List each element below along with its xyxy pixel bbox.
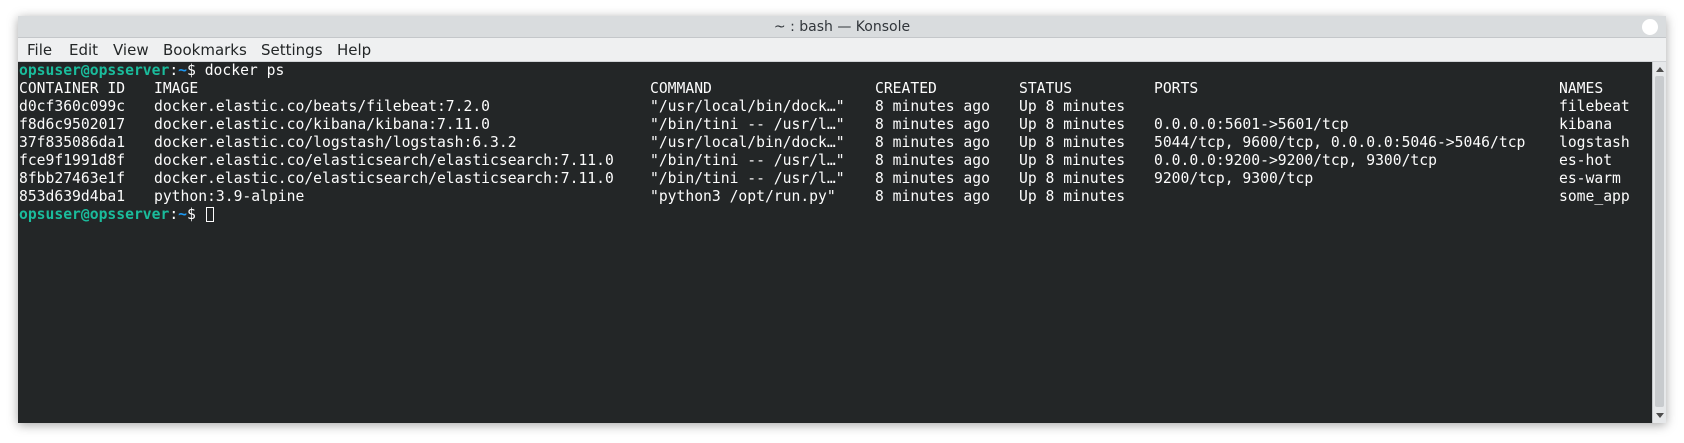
cell-status: Up 8 minutes	[1019, 170, 1126, 187]
header-names: NAMES	[1559, 80, 1604, 97]
cell-command: "/usr/local/bin/dock…"	[650, 134, 845, 151]
cell-container-id: 8fbb27463e1f	[19, 170, 126, 187]
cell-container-id: f8d6c9502017	[19, 116, 126, 133]
menu-bar: File Edit View Bookmarks Settings Help	[18, 38, 1666, 62]
table-row: d0cf360c099c docker.elastic.co/beats/fil…	[19, 98, 1649, 116]
menu-bookmarks[interactable]: Bookmarks	[163, 38, 247, 62]
cell-ports: 5044/tcp, 9600/tcp, 0.0.0.0:5046->5046/t…	[1154, 134, 1526, 151]
header-status: STATUS	[1019, 80, 1073, 97]
cell-image: python:3.9-alpine	[154, 188, 305, 205]
scroll-thumb[interactable]	[1655, 76, 1664, 407]
cell-created: 8 minutes ago	[875, 98, 990, 115]
header-image: IMAGE	[154, 80, 199, 97]
prompt-suffix: $	[187, 62, 205, 79]
cell-container-id: fce9f1991d8f	[19, 152, 126, 169]
menu-view[interactable]: View	[113, 38, 149, 62]
header-container-id: CONTAINER ID	[19, 80, 126, 97]
table-row: 853d639d4ba1 python:3.9-alpine "python3 …	[19, 188, 1649, 206]
prompt-path: ~	[178, 62, 188, 79]
cell-names: es-warm	[1559, 170, 1621, 187]
cell-ports: 9200/tcp, 9300/tcp	[1154, 170, 1314, 187]
cell-command: "/bin/tini -- /usr/l…"	[650, 152, 845, 169]
cell-names: logstash	[1559, 134, 1630, 151]
cell-names: some_app	[1559, 188, 1630, 205]
cell-command: "/usr/local/bin/dock…"	[650, 98, 845, 115]
cell-image: docker.elastic.co/logstash/logstash:6.3.…	[154, 134, 517, 151]
cell-created: 8 minutes ago	[875, 170, 990, 187]
cell-created: 8 minutes ago	[875, 134, 990, 151]
cell-created: 8 minutes ago	[875, 116, 990, 133]
header-created: CREATED	[875, 80, 937, 97]
cell-created: 8 minutes ago	[875, 188, 990, 205]
cell-status: Up 8 minutes	[1019, 134, 1126, 151]
cell-names: kibana	[1559, 116, 1613, 133]
cell-command: "/bin/tini -- /usr/l…"	[650, 170, 845, 187]
cell-command: "python3 /opt/run.py"	[650, 188, 836, 205]
title-bar[interactable]: ~ : bash — Konsole	[18, 16, 1666, 38]
menu-file[interactable]: File	[27, 38, 52, 62]
prompt-path: ~	[178, 206, 188, 223]
cell-names: es-hot	[1559, 152, 1613, 169]
prompt-separator: :	[169, 206, 179, 223]
cell-image: docker.elastic.co/elasticsearch/elastics…	[154, 152, 614, 169]
cell-status: Up 8 minutes	[1019, 116, 1126, 133]
prompt-line: opsuser@opsserver:~$ docker ps	[19, 62, 284, 80]
konsole-window: ~ : bash — Konsole File Edit View Bookma…	[18, 16, 1666, 423]
prompt-separator: :	[169, 62, 179, 79]
cell-container-id: 853d639d4ba1	[19, 188, 126, 205]
cell-created: 8 minutes ago	[875, 152, 990, 169]
menu-settings[interactable]: Settings	[261, 38, 323, 62]
prompt-line: opsuser@opsserver:~$	[19, 206, 214, 224]
cell-container-id: 37f835086da1	[19, 134, 126, 151]
header-command: COMMAND	[650, 80, 712, 97]
table-row: fce9f1991d8f docker.elastic.co/elasticse…	[19, 152, 1649, 170]
cell-image: docker.elastic.co/kibana/kibana:7.11.0	[154, 116, 491, 133]
cell-status: Up 8 minutes	[1019, 152, 1126, 169]
close-icon[interactable]	[1642, 19, 1658, 35]
text-cursor	[205, 207, 214, 222]
cell-command: "/bin/tini -- /usr/l…"	[650, 116, 845, 133]
table-row: f8d6c9502017 docker.elastic.co/kibana/ki…	[19, 116, 1649, 134]
window-title: ~ : bash — Konsole	[773, 19, 911, 35]
terminal-output[interactable]: opsuser@opsserver:~$ docker ps CONTAINER…	[18, 62, 1652, 423]
cell-container-id: d0cf360c099c	[19, 98, 126, 115]
cell-status: Up 8 minutes	[1019, 98, 1126, 115]
cell-image: docker.elastic.co/beats/filebeat:7.2.0	[154, 98, 491, 115]
scroll-down-icon[interactable]	[1656, 413, 1664, 418]
table-row: 37f835086da1 docker.elastic.co/logstash/…	[19, 134, 1649, 152]
menu-help[interactable]: Help	[337, 38, 371, 62]
vertical-scrollbar[interactable]	[1652, 62, 1666, 423]
table-row: 8fbb27463e1f docker.elastic.co/elasticse…	[19, 170, 1649, 188]
typed-command: docker ps	[204, 62, 285, 79]
cell-image: docker.elastic.co/elasticsearch/elastics…	[154, 170, 614, 187]
prompt-user: opsuser@opsserver	[19, 206, 170, 223]
cell-names: filebeat	[1559, 98, 1630, 115]
scroll-up-icon[interactable]	[1656, 67, 1664, 72]
menu-edit[interactable]: Edit	[69, 38, 98, 62]
cell-ports: 0.0.0.0:5601->5601/tcp	[1154, 116, 1349, 133]
prompt-user: opsuser@opsserver	[19, 62, 170, 79]
cell-ports: 0.0.0.0:9200->9200/tcp, 9300/tcp	[1154, 152, 1437, 169]
prompt-suffix: $	[187, 206, 205, 223]
cell-status: Up 8 minutes	[1019, 188, 1126, 205]
table-header: CONTAINER ID IMAGE COMMAND CREATED STATU…	[19, 80, 1649, 98]
header-ports: PORTS	[1154, 80, 1199, 97]
